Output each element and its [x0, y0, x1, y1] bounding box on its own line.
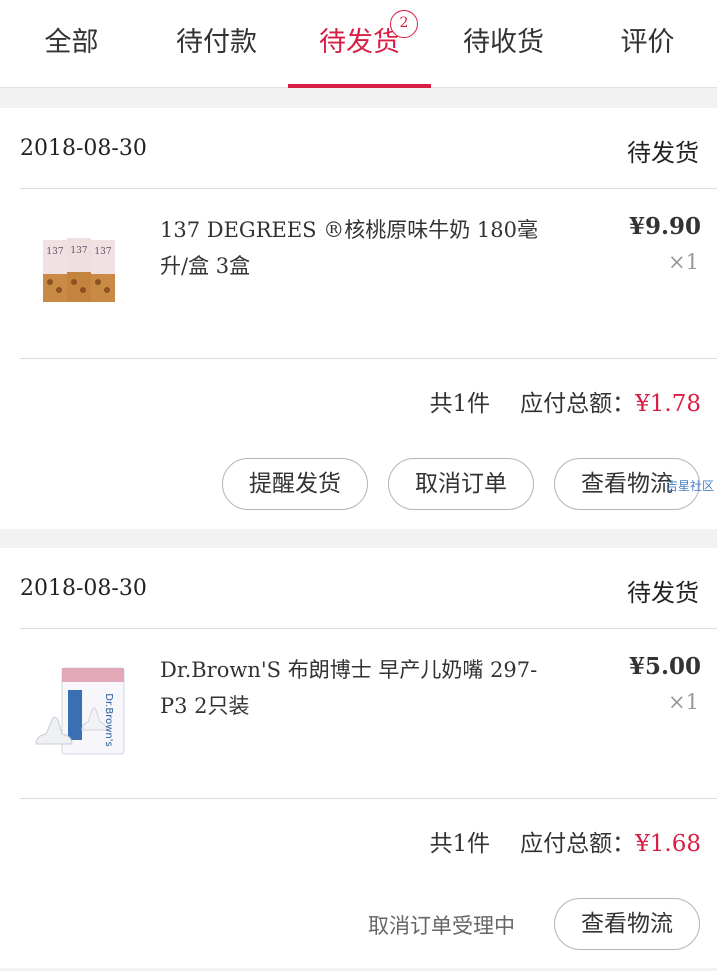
tab-count-badge: 2: [390, 10, 418, 38]
svg-text:137: 137: [94, 247, 111, 257]
tab-pending-payment[interactable]: 待付款: [145, 0, 288, 88]
total-amount: ¥1.68: [635, 831, 701, 857]
product-image-nipples[interactable]: Dr.Brown's: [30, 660, 130, 760]
order-card: 2018-08-30 待发货 137 137 137 137 DEGREES ®…: [0, 108, 717, 529]
order-card: 2018-08-30 待发货 Dr.Brown's Dr.Brown'S 布朗博…: [0, 548, 717, 968]
order-date: 2018-08-30: [20, 136, 147, 161]
order-status: 待发货: [627, 579, 699, 607]
product-quantity: ×1: [668, 250, 699, 274]
view-logistics-button[interactable]: 查看物流: [554, 898, 700, 950]
product-name[interactable]: 137 DEGREES ®核桃原味牛奶 180毫升/盒 3盒: [160, 212, 540, 284]
divider: [20, 798, 717, 799]
order-status: 待发货: [627, 139, 699, 167]
product-price: ¥5.00: [628, 653, 701, 680]
tab-label: 待发货: [319, 27, 400, 58]
product-name[interactable]: Dr.Brown'S 布朗博士 早产儿奶嘴 297-P3 2只装: [160, 652, 540, 724]
tab-review[interactable]: 评价: [576, 0, 717, 88]
tab-label: 待收货: [463, 27, 544, 58]
product-price: ¥9.90: [628, 213, 701, 240]
active-tab-indicator: [288, 84, 431, 88]
order-date: 2018-08-30: [20, 576, 147, 601]
divider: [20, 628, 717, 629]
total-label: 应付总额：: [520, 831, 636, 857]
cancel-order-button[interactable]: 取消订单: [388, 458, 534, 510]
svg-text:Dr.Brown's: Dr.Brown's: [103, 693, 114, 746]
total-amount: ¥1.78: [635, 391, 701, 417]
remind-shipment-button[interactable]: 提醒发货: [222, 458, 368, 510]
item-count: 共1件: [429, 391, 491, 417]
tab-pending-receipt[interactable]: 待收货: [432, 0, 575, 88]
tab-all[interactable]: 全部: [0, 0, 143, 88]
order-tabs: 全部 待付款 待发货 2 待收货 评价: [0, 0, 717, 88]
order-summary: 共1件 应付总额：¥1.68: [430, 824, 702, 858]
svg-text:137: 137: [46, 247, 63, 257]
divider: [20, 358, 717, 359]
item-count: 共1件: [429, 831, 491, 857]
order-summary: 共1件 应付总额：¥1.78: [430, 384, 702, 418]
product-quantity: ×1: [668, 690, 699, 714]
total-label: 应付总额：: [520, 391, 636, 417]
tab-pending-shipment[interactable]: 待发货 2: [288, 0, 431, 88]
cancel-processing-note: 取消订单受理中: [368, 914, 515, 938]
divider: [20, 188, 717, 189]
tab-label: 待付款: [176, 27, 257, 58]
tab-label: 全部: [44, 27, 99, 58]
svg-text:137: 137: [70, 246, 87, 256]
watermark-text: 吉星社区: [666, 479, 715, 493]
tab-label: 评价: [620, 27, 675, 58]
product-image-milk-cartons[interactable]: 137 137 137: [30, 220, 130, 320]
